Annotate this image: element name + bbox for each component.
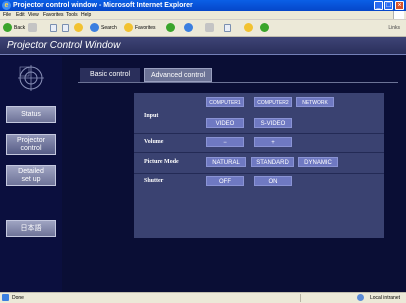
menu-tools[interactable]: Tools — [66, 12, 78, 18]
input-svideo-button[interactable]: S-VIDEO — [254, 118, 292, 128]
volume-label: Volume — [144, 139, 164, 145]
input-computer2-button[interactable]: COMPUTER2 — [254, 97, 292, 107]
detailed-setup-button[interactable]: Detailed set up — [6, 165, 56, 186]
shutter-label: Shutter — [144, 178, 164, 184]
messenger-icon — [260, 23, 269, 33]
mail-button[interactable] — [184, 23, 195, 33]
row-divider — [134, 133, 384, 134]
print-button[interactable] — [205, 23, 216, 33]
window-title-bar: e Projector control window - Microsoft I… — [0, 0, 406, 11]
control-tabs: Basic control Advanced control — [78, 68, 406, 82]
back-label: Back — [14, 25, 26, 31]
ie-icon: e — [2, 1, 11, 10]
picture-mode-dynamic-button[interactable]: DYNAMIC — [298, 157, 338, 167]
volume-down-button[interactable]: − — [206, 137, 244, 147]
mail-icon — [184, 23, 193, 33]
page-title: Projector Control Window — [7, 40, 121, 51]
menu-view[interactable]: View — [28, 12, 39, 18]
menu-help[interactable]: Help — [81, 12, 91, 18]
input-label: Input — [144, 113, 159, 119]
menu-bar: File Edit View Favorites Tools Help — [0, 11, 406, 20]
favorites-star-icon — [124, 23, 133, 33]
page-done-icon — [2, 294, 9, 301]
status-text: Done — [12, 295, 24, 301]
shutter-on-button[interactable]: ON — [254, 176, 292, 186]
folder-icon — [244, 23, 253, 33]
favorites-button[interactable]: Favorites — [124, 23, 156, 33]
minimize-button[interactable]: _ — [374, 1, 383, 10]
shutter-off-button[interactable]: OFF — [206, 176, 244, 186]
projector-control-button[interactable]: Projector control — [6, 134, 56, 155]
status-button-label: Status — [21, 111, 41, 118]
menu-favorites[interactable]: Favorites — [43, 12, 64, 18]
messenger-button[interactable] — [260, 23, 271, 33]
stop-icon — [50, 23, 57, 32]
status-bar: Done Local intranet — [0, 292, 406, 303]
page-content: Projector Control Window Status Projecto… — [0, 37, 406, 292]
forward-button[interactable] — [28, 23, 39, 33]
menu-file[interactable]: File — [3, 12, 11, 18]
status-button[interactable]: Status — [6, 106, 56, 123]
windows-logo-icon — [393, 11, 404, 19]
window-title: Projector control window - Microsoft Int… — [13, 2, 193, 9]
history-icon — [166, 23, 175, 33]
back-arrow-icon — [3, 23, 12, 33]
language-button[interactable]: 日本語 — [6, 220, 56, 237]
forward-arrow-icon — [28, 23, 37, 33]
search-button[interactable]: Search — [90, 23, 117, 33]
refresh-icon — [62, 23, 69, 32]
sidebar: Status Projector control Detailed set up… — [0, 56, 62, 292]
favorites-label: Favorites — [135, 25, 156, 31]
picture-mode-standard-button[interactable]: STANDARD — [251, 157, 294, 167]
app-title-bar: Projector Control Window — [0, 37, 406, 55]
row-divider — [134, 152, 384, 153]
picture-mode-label: Picture Mode — [144, 159, 179, 165]
input-video-button[interactable]: VIDEO — [206, 118, 244, 128]
search-label: Search — [101, 25, 117, 31]
discuss-button[interactable] — [244, 23, 255, 33]
stop-button[interactable] — [50, 23, 59, 33]
picture-mode-natural-button[interactable]: NATURAL — [206, 157, 246, 167]
history-button[interactable] — [166, 23, 177, 33]
detailed-setup-label-1: Detailed — [18, 168, 44, 175]
tab-basic-control[interactable]: Basic control — [80, 68, 140, 82]
back-button[interactable]: Back — [3, 23, 25, 33]
print-icon — [205, 23, 214, 33]
search-icon — [90, 23, 99, 33]
projector-control-label-1: Projector — [16, 137, 45, 144]
home-button[interactable] — [74, 23, 85, 33]
input-network-button[interactable]: NETWORK — [296, 97, 334, 107]
status-separator — [300, 294, 301, 302]
tab-divider — [78, 82, 398, 83]
basic-control-panel: Input COMPUTER1 COMPUTER2 NETWORK VIDEO … — [134, 93, 384, 238]
menu-edit[interactable]: Edit — [16, 12, 25, 18]
edit-page-icon — [224, 23, 231, 32]
links-button[interactable]: Links — [388, 23, 400, 33]
row-divider — [134, 173, 384, 174]
projector-logo-icon — [18, 65, 44, 91]
close-button[interactable]: × — [395, 1, 404, 10]
refresh-button[interactable] — [62, 23, 71, 33]
maximize-button[interactable]: □ — [384, 1, 393, 10]
projector-control-label-2: control — [20, 145, 42, 152]
tab-advanced-control[interactable]: Advanced control — [144, 68, 212, 82]
volume-up-button[interactable]: + — [254, 137, 292, 147]
edit-button[interactable] — [224, 23, 233, 33]
intranet-zone-icon — [357, 294, 364, 301]
language-button-label: 日本語 — [20, 225, 42, 232]
detailed-setup-label-2: set up — [21, 176, 41, 183]
input-computer1-button[interactable]: COMPUTER1 — [206, 97, 244, 107]
zone-text: Local intranet — [369, 295, 400, 301]
toolbar: Back Search Favorites Links — [0, 20, 406, 37]
home-icon — [74, 23, 83, 33]
